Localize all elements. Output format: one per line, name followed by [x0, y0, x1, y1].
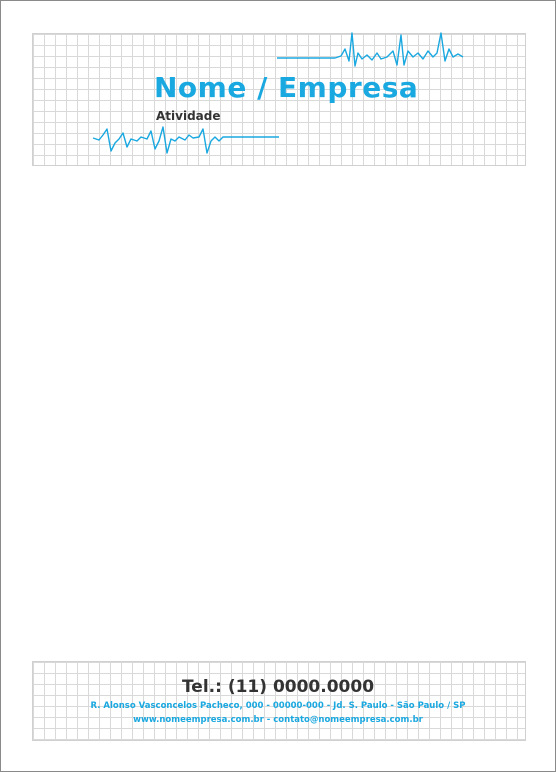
company-address: R. Alonso Vasconcelos Pacheco, 000 - 000… — [90, 701, 466, 711]
heartbeat-line-top — [277, 32, 464, 67]
heartbeat-line-bottom — [92, 126, 279, 154]
phone-number: Tel.: (11) 0000.0000 — [181, 677, 375, 697]
website-email: www.nomeempresa.com.br - contato@nomeemp… — [133, 715, 423, 725]
company-name: Nome / Empresa — [154, 71, 419, 104]
company-activity: Atividade — [156, 109, 221, 123]
letterhead-page: Nome / Empresa Atividade Tel.: (11) 0000… — [0, 0, 556, 772]
